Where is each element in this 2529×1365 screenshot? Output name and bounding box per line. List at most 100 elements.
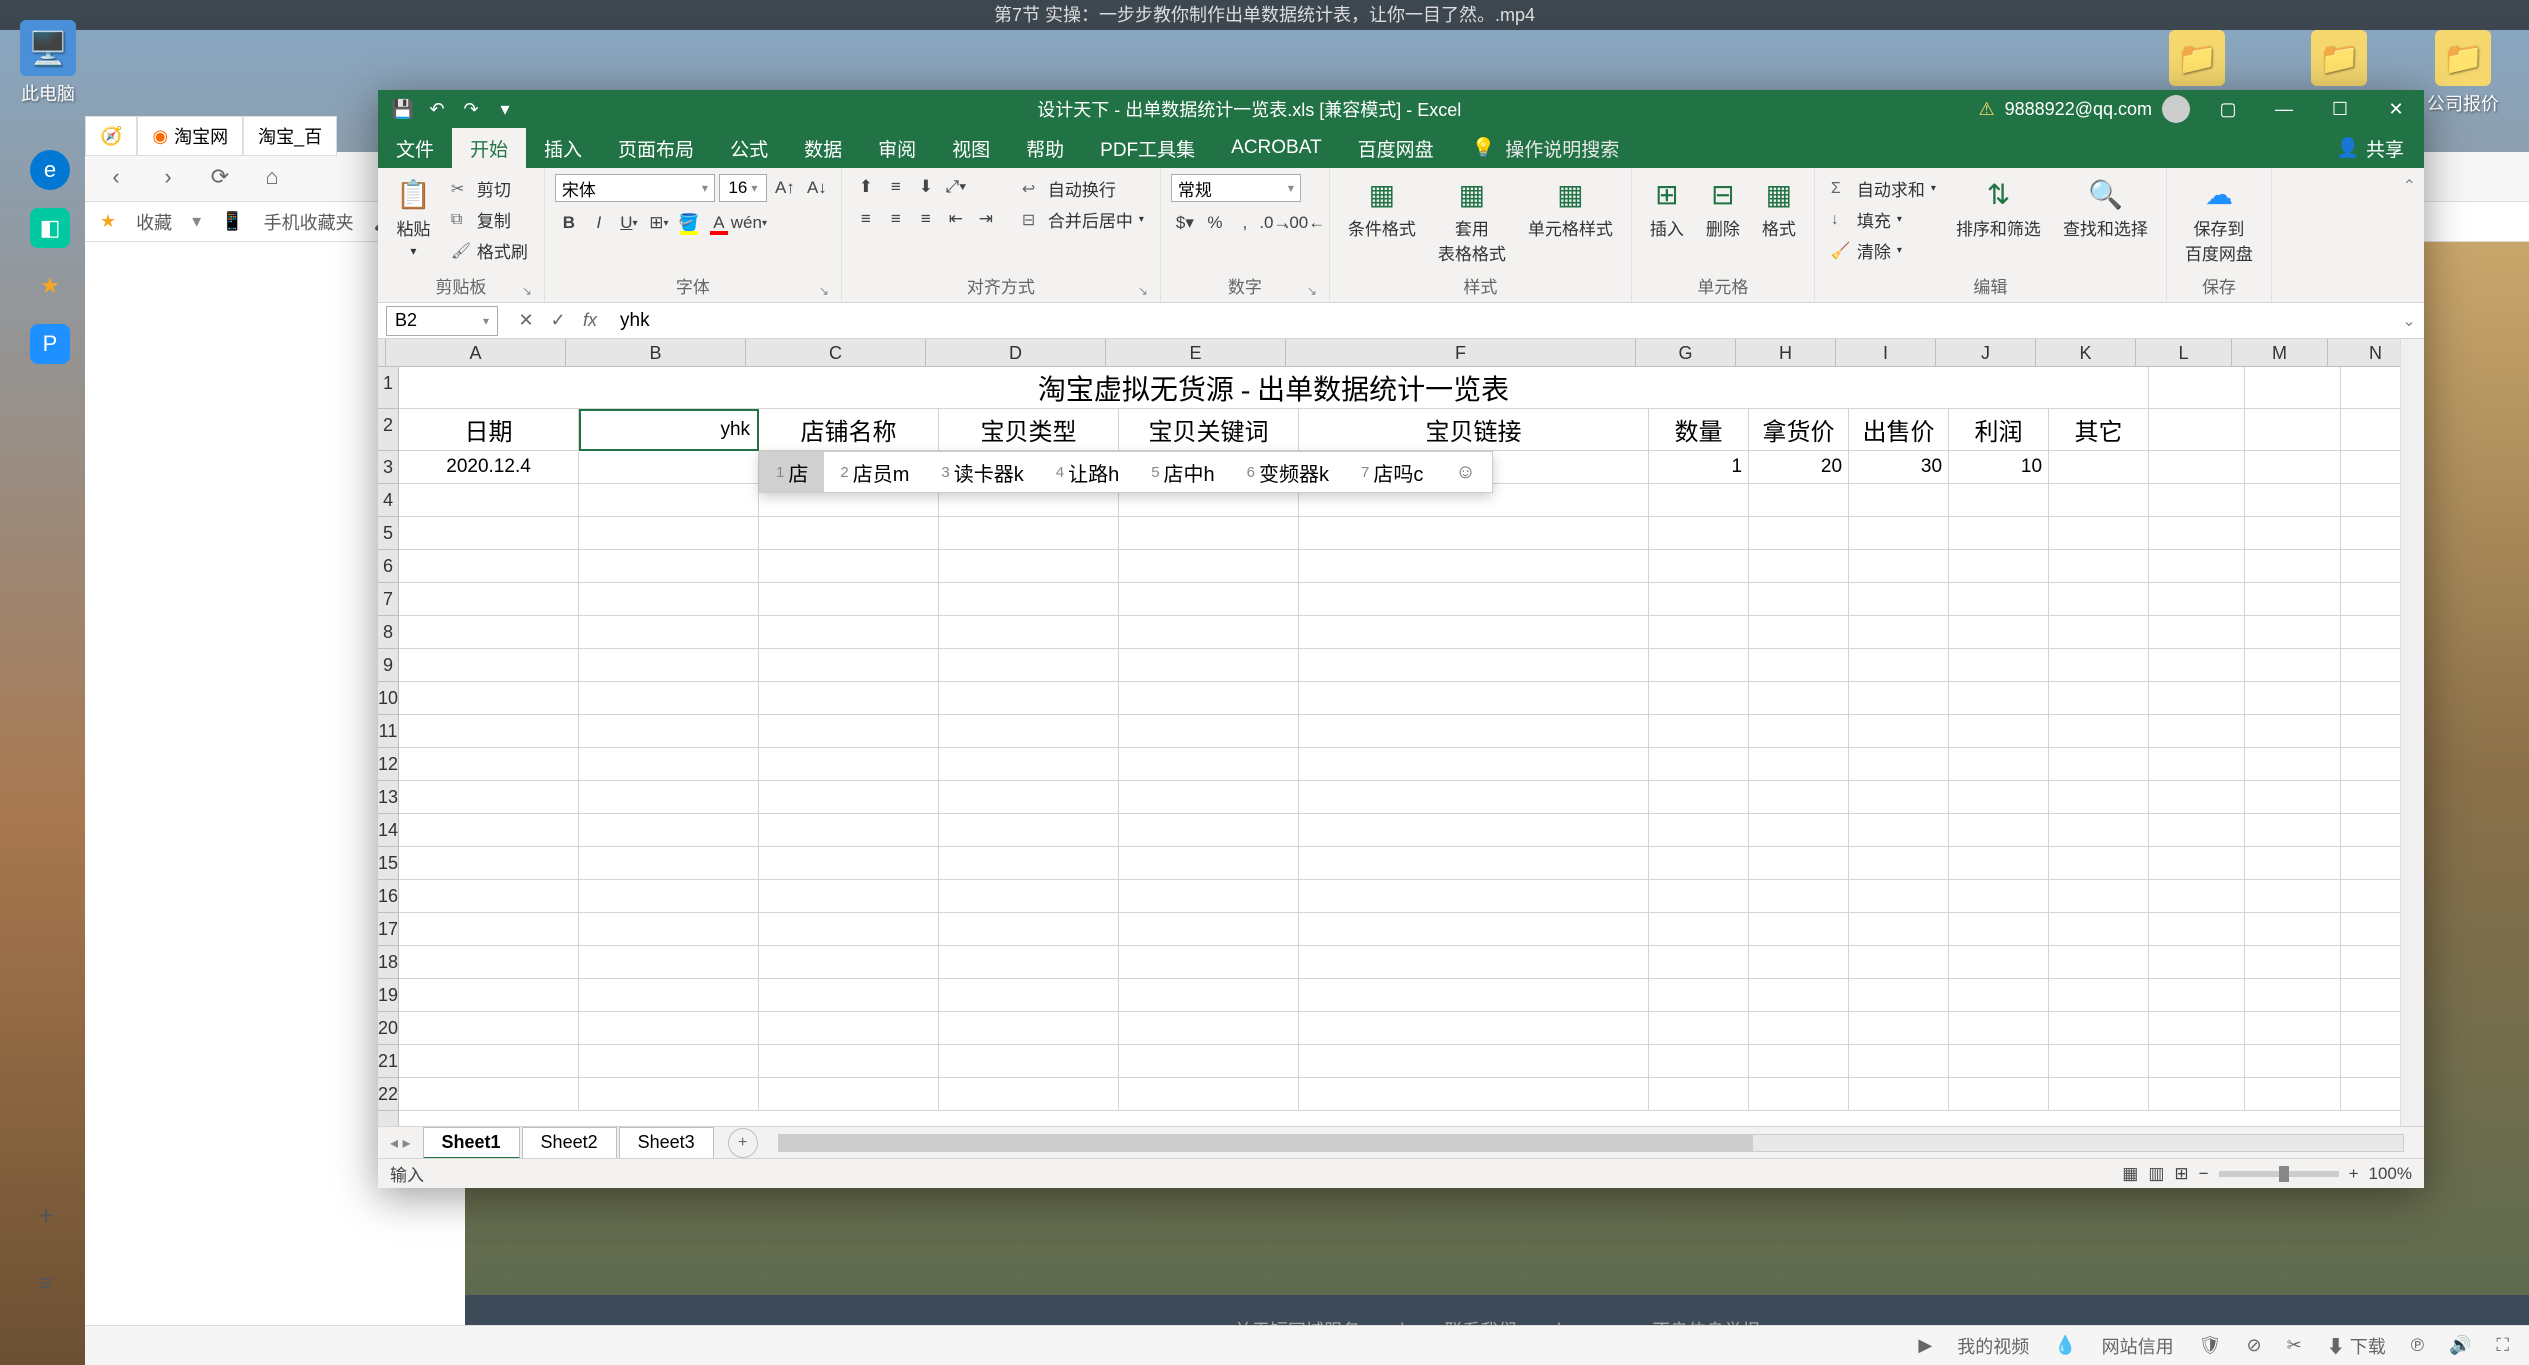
cell[interactable] (1299, 979, 1649, 1011)
cell[interactable] (1649, 748, 1749, 780)
cell[interactable] (1649, 649, 1749, 681)
cell[interactable] (579, 583, 759, 615)
cell[interactable] (2049, 781, 2149, 813)
add-tab-icon[interactable]: + (38, 1200, 54, 1232)
tab-pdf-tools[interactable]: PDF工具集 (1082, 128, 1213, 168)
cell[interactable] (399, 880, 579, 912)
name-box[interactable]: B2▾ (386, 306, 498, 336)
cell[interactable] (2049, 517, 2149, 549)
cell[interactable] (2149, 451, 2245, 483)
cell[interactable] (1949, 814, 2049, 846)
column-header[interactable]: B (566, 339, 746, 366)
cell[interactable] (399, 715, 579, 747)
cell[interactable] (1949, 1078, 2049, 1110)
cell[interactable] (759, 814, 939, 846)
decrease-font-icon[interactable]: A↓ (803, 175, 831, 201)
sidebar-app-icon[interactable]: P (30, 324, 70, 364)
cell[interactable] (1749, 649, 1849, 681)
cell[interactable] (1119, 550, 1299, 582)
cell[interactable] (1749, 748, 1849, 780)
font-name-dropdown[interactable]: 宋体▾ (555, 174, 715, 202)
ime-candidate[interactable]: 2店员m (824, 452, 925, 492)
tab-formulas[interactable]: 公式 (712, 128, 786, 168)
maximize-button[interactable]: ☐ (2312, 90, 2368, 128)
tab-acrobat[interactable]: ACROBAT (1213, 128, 1339, 168)
cell[interactable] (1749, 682, 1849, 714)
cell[interactable] (2245, 946, 2341, 978)
confirm-edit-icon[interactable]: ✓ (544, 307, 572, 335)
cell[interactable] (579, 616, 759, 648)
cell[interactable] (1119, 946, 1299, 978)
cell[interactable] (2149, 1045, 2245, 1077)
cell[interactable] (2049, 880, 2149, 912)
cell[interactable] (1299, 847, 1649, 879)
cell[interactable] (1299, 946, 1649, 978)
underline-button[interactable]: U▾ (615, 210, 643, 236)
cell[interactable] (1119, 880, 1299, 912)
cell[interactable] (2245, 913, 2341, 945)
cell[interactable] (399, 1078, 579, 1110)
clear-button[interactable]: 🧹清除▾ (1825, 236, 1942, 265)
cell[interactable] (1749, 880, 1849, 912)
column-header[interactable]: L (2136, 339, 2232, 366)
cell-styles-button[interactable]: ▦单元格样式 (1520, 174, 1621, 244)
cell[interactable] (2049, 946, 2149, 978)
insert-cells-button[interactable]: ⊞插入 (1642, 174, 1692, 244)
cell[interactable] (1119, 583, 1299, 615)
cell[interactable] (1649, 682, 1749, 714)
cell[interactable] (579, 946, 759, 978)
cell[interactable]: 30 (1849, 451, 1949, 483)
align-middle-icon[interactable]: ≡ (882, 174, 910, 200)
row-header[interactable]: 8 (378, 616, 398, 649)
cell[interactable] (579, 550, 759, 582)
cell[interactable] (1119, 814, 1299, 846)
cell[interactable] (1849, 748, 1949, 780)
column-header[interactable]: K (2036, 339, 2136, 366)
cell[interactable] (1649, 946, 1749, 978)
dialog-launcher-icon[interactable]: ↘ (1307, 284, 1317, 298)
minimize-button[interactable]: — (2256, 90, 2312, 128)
status-item[interactable]: 我的视频 (1957, 1333, 2029, 1359)
save-icon[interactable]: 💾 (390, 96, 416, 122)
tab-data[interactable]: 数据 (786, 128, 860, 168)
cell[interactable] (2149, 517, 2245, 549)
ime-candidate[interactable]: 3读卡器k (925, 452, 1039, 492)
cell[interactable] (2245, 979, 2341, 1011)
cell[interactable] (939, 748, 1119, 780)
cell[interactable] (1649, 913, 1749, 945)
cell[interactable] (939, 616, 1119, 648)
row-header[interactable]: 21 (378, 1045, 398, 1078)
cell[interactable] (399, 814, 579, 846)
cell[interactable] (2049, 616, 2149, 648)
cell[interactable] (1849, 583, 1949, 615)
row-header[interactable]: 17 (378, 913, 398, 946)
cell[interactable] (1849, 847, 1949, 879)
cell[interactable] (939, 781, 1119, 813)
ime-candidate[interactable]: 1店 (760, 452, 824, 492)
conditional-formatting-button[interactable]: ▦条件格式 (1340, 174, 1424, 244)
cell[interactable] (939, 682, 1119, 714)
cell[interactable] (759, 616, 939, 648)
cell[interactable] (939, 946, 1119, 978)
cell[interactable] (2049, 748, 2149, 780)
cell[interactable] (1299, 1078, 1649, 1110)
row-header[interactable]: 11 (378, 715, 398, 748)
cell[interactable] (1119, 715, 1299, 747)
cell[interactable] (1649, 847, 1749, 879)
cell[interactable] (579, 913, 759, 945)
cell[interactable] (1299, 880, 1649, 912)
cell[interactable] (1119, 979, 1299, 1011)
cell[interactable] (2049, 1045, 2149, 1077)
cell[interactable]: yhk (579, 409, 759, 450)
cell[interactable] (2245, 1012, 2341, 1044)
cell[interactable] (759, 880, 939, 912)
cell[interactable] (939, 814, 1119, 846)
cell[interactable] (759, 847, 939, 879)
wrap-text-button[interactable]: ↩自动换行 (1016, 174, 1150, 203)
tab-help[interactable]: 帮助 (1008, 128, 1082, 168)
cell[interactable] (1849, 649, 1949, 681)
cell[interactable] (2149, 367, 2245, 408)
cell[interactable] (2149, 847, 2245, 879)
cell[interactable]: 数量 (1649, 409, 1749, 450)
close-button[interactable]: ✕ (2368, 90, 2424, 128)
